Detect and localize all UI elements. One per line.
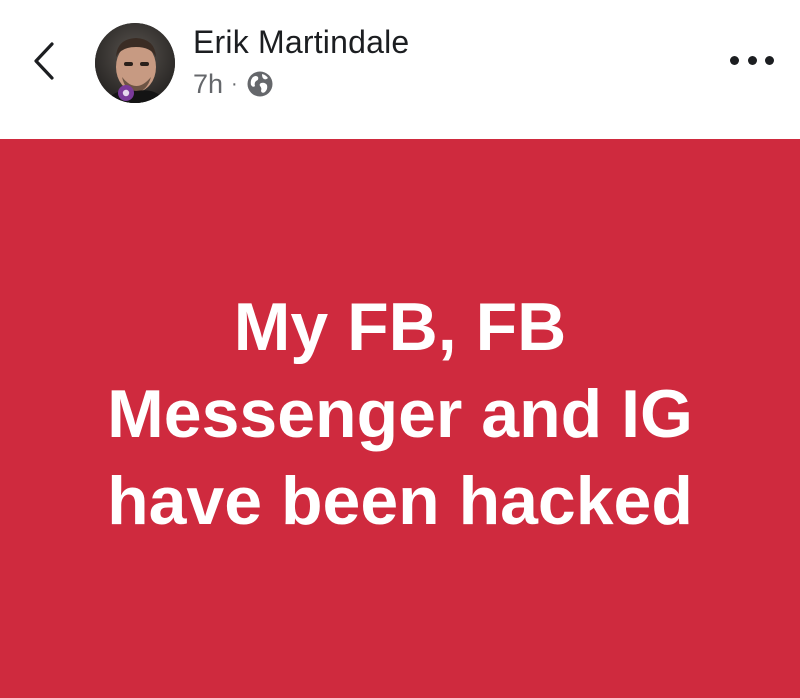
post-page: Erik Martindale 7h · My FB, FB Messenger… [0,0,800,698]
post-header: Erik Martindale 7h · [0,0,800,139]
timestamp[interactable]: 7h [193,69,223,100]
more-options-button[interactable] [730,50,774,70]
more-horizontal-icon-dot [747,55,757,65]
avatar[interactable] [95,23,175,103]
globe-icon[interactable] [246,70,274,98]
chevron-left-icon [34,42,54,80]
post-text: My FB, FB Messenger and IG have been hac… [50,284,750,545]
post-background: My FB, FB Messenger and IG have been hac… [0,139,800,698]
post-meta: 7h · [193,67,274,101]
post-text-line: Messenger and IG [107,376,693,452]
post-text-line: have been hacked [107,463,693,539]
more-horizontal-icon-dot [730,55,739,65]
post-text-line: My FB, FB [233,289,567,365]
back-button[interactable] [28,38,64,84]
author-name[interactable]: Erik Martindale [193,24,409,61]
meta-separator: · [231,73,238,95]
more-horizontal-icon-dot [765,55,774,65]
avatar-image [95,23,175,103]
